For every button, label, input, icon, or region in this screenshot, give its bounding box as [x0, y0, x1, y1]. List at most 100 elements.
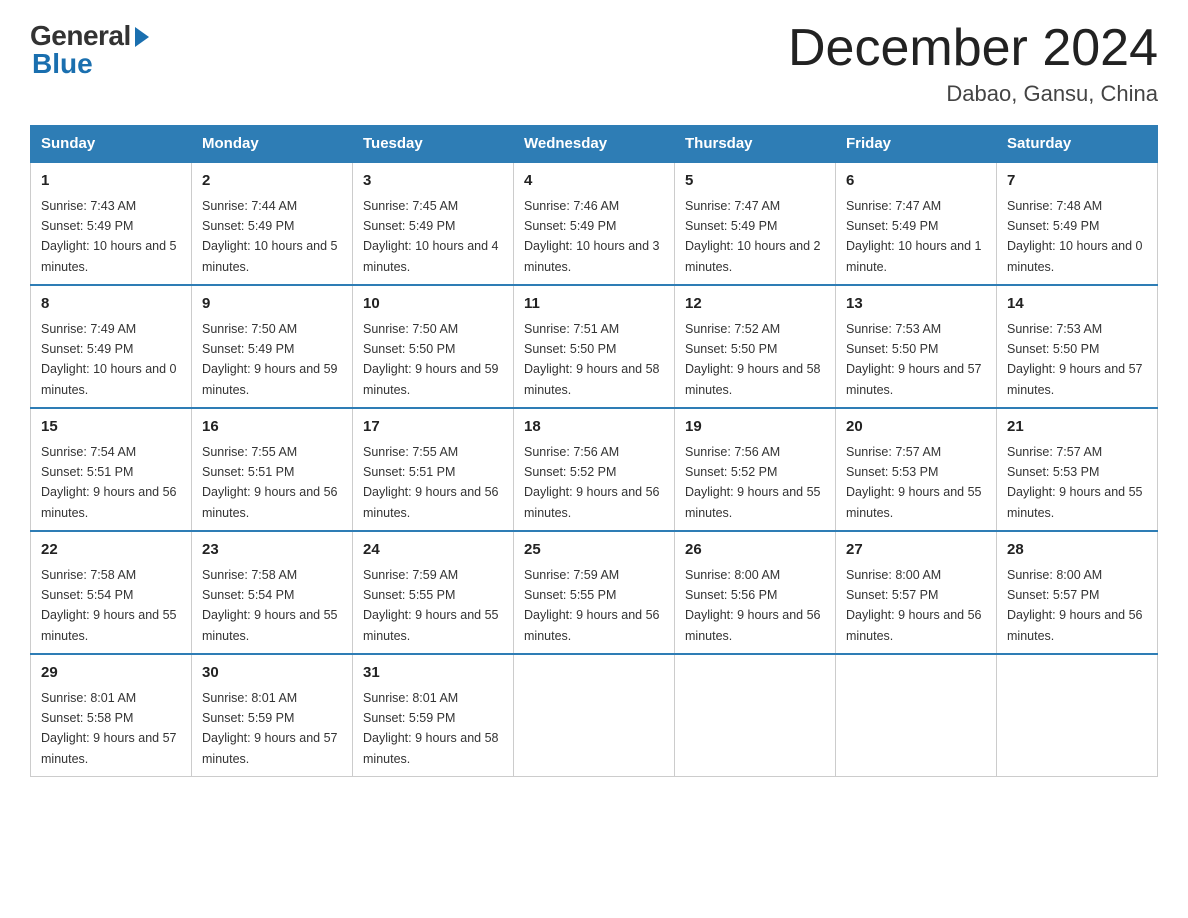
header-sunday: Sunday: [31, 126, 192, 163]
day-number: 24: [363, 539, 503, 562]
day-info: Sunrise: 7:55 AMSunset: 5:51 PMDaylight:…: [363, 445, 499, 520]
calendar-day-cell: 29Sunrise: 8:01 AMSunset: 5:58 PMDayligh…: [31, 654, 192, 777]
calendar-day-cell: [997, 654, 1158, 777]
page-header: General Blue December 2024 Dabao, Gansu,…: [30, 20, 1158, 107]
day-number: 27: [846, 539, 986, 562]
day-info: Sunrise: 7:59 AMSunset: 5:55 PMDaylight:…: [524, 568, 660, 643]
day-info: Sunrise: 7:56 AMSunset: 5:52 PMDaylight:…: [685, 445, 821, 520]
calendar-day-cell: 31 Sunrise: 8:01 AMSunset: 5:59 PMDayligh…: [353, 654, 514, 777]
day-info: Sunrise: 7:44 AMSunset: 5:49 PMDaylight:…: [202, 199, 338, 274]
day-number: 9: [202, 293, 342, 316]
day-number: 1: [41, 170, 181, 193]
day-number: 26: [685, 539, 825, 562]
day-number: 15: [41, 416, 181, 439]
day-number: 3: [363, 170, 503, 193]
calendar-day-cell: 9 Sunrise: 7:50 AMSunset: 5:49 PMDaylight…: [192, 285, 353, 408]
calendar-day-cell: 2 Sunrise: 7:44 AMSunset: 5:49 PMDaylight…: [192, 162, 353, 285]
day-number: 2: [202, 170, 342, 193]
day-info: Sunrise: 7:47 AMSunset: 5:49 PMDaylight:…: [846, 199, 982, 274]
day-info: Sunrise: 7:50 AMSunset: 5:49 PMDaylight:…: [202, 322, 338, 397]
day-number: 17: [363, 416, 503, 439]
calendar-day-cell: 28 Sunrise: 8:00 AMSunset: 5:57 PMDayligh…: [997, 531, 1158, 654]
day-info: Sunrise: 7:53 AMSunset: 5:50 PMDaylight:…: [1007, 322, 1143, 397]
day-info: Sunrise: 7:53 AMSunset: 5:50 PMDaylight:…: [846, 322, 982, 397]
calendar-week-row: 29Sunrise: 8:01 AMSunset: 5:58 PMDayligh…: [31, 654, 1158, 777]
day-info: Sunrise: 7:48 AMSunset: 5:49 PMDaylight:…: [1007, 199, 1143, 274]
day-number: 28: [1007, 539, 1147, 562]
location: Dabao, Gansu, China: [788, 81, 1158, 107]
calendar-day-cell: 30 Sunrise: 8:01 AMSunset: 5:59 PMDayligh…: [192, 654, 353, 777]
calendar-day-cell: 27 Sunrise: 8:00 AMSunset: 5:57 PMDayligh…: [836, 531, 997, 654]
day-info: Sunrise: 7:59 AMSunset: 5:55 PMDaylight:…: [363, 568, 499, 643]
header-monday: Monday: [192, 126, 353, 163]
day-number: 18: [524, 416, 664, 439]
calendar-day-cell: 19Sunrise: 7:56 AMSunset: 5:52 PMDayligh…: [675, 408, 836, 531]
day-info: Sunrise: 7:58 AMSunset: 5:54 PMDaylight:…: [41, 568, 177, 643]
calendar-day-cell: 21 Sunrise: 7:57 AMSunset: 5:53 PMDayligh…: [997, 408, 1158, 531]
calendar-day-cell: 22 Sunrise: 7:58 AMSunset: 5:54 PMDayligh…: [31, 531, 192, 654]
day-info: Sunrise: 7:47 AMSunset: 5:49 PMDaylight:…: [685, 199, 821, 274]
day-info: Sunrise: 8:01 AMSunset: 5:59 PMDaylight:…: [202, 691, 338, 766]
day-info: Sunrise: 7:52 AMSunset: 5:50 PMDaylight:…: [685, 322, 821, 397]
day-number: 20: [846, 416, 986, 439]
calendar-day-cell: 13 Sunrise: 7:53 AMSunset: 5:50 PMDayligh…: [836, 285, 997, 408]
day-number: 6: [846, 170, 986, 193]
day-info: Sunrise: 7:51 AMSunset: 5:50 PMDaylight:…: [524, 322, 660, 397]
calendar-day-cell: [836, 654, 997, 777]
calendar-day-cell: 1Sunrise: 7:43 AMSunset: 5:49 PMDaylight…: [31, 162, 192, 285]
calendar-day-cell: 5 Sunrise: 7:47 AMSunset: 5:49 PMDaylight…: [675, 162, 836, 285]
day-number: 13: [846, 293, 986, 316]
calendar-day-cell: 12 Sunrise: 7:52 AMSunset: 5:50 PMDayligh…: [675, 285, 836, 408]
day-info: Sunrise: 7:58 AMSunset: 5:54 PMDaylight:…: [202, 568, 338, 643]
day-info: Sunrise: 7:55 AMSunset: 5:51 PMDaylight:…: [202, 445, 338, 520]
header-thursday: Thursday: [675, 126, 836, 163]
day-info: Sunrise: 7:50 AMSunset: 5:50 PMDaylight:…: [363, 322, 499, 397]
header-saturday: Saturday: [997, 126, 1158, 163]
calendar-day-cell: 16 Sunrise: 7:55 AMSunset: 5:51 PMDayligh…: [192, 408, 353, 531]
calendar-week-row: 8Sunrise: 7:49 AMSunset: 5:49 PMDaylight…: [31, 285, 1158, 408]
day-number: 16: [202, 416, 342, 439]
day-info: Sunrise: 7:49 AMSunset: 5:49 PMDaylight:…: [41, 322, 177, 397]
calendar-day-cell: 15 Sunrise: 7:54 AMSunset: 5:51 PMDayligh…: [31, 408, 192, 531]
day-number: 31: [363, 662, 503, 685]
day-info: Sunrise: 8:01 AMSunset: 5:58 PMDaylight:…: [41, 691, 177, 766]
day-number: 4: [524, 170, 664, 193]
calendar-week-row: 22 Sunrise: 7:58 AMSunset: 5:54 PMDayligh…: [31, 531, 1158, 654]
title-block: December 2024 Dabao, Gansu, China: [788, 20, 1158, 107]
day-info: Sunrise: 7:57 AMSunset: 5:53 PMDaylight:…: [1007, 445, 1143, 520]
day-info: Sunrise: 8:00 AMSunset: 5:57 PMDaylight:…: [1007, 568, 1143, 643]
day-number: 21: [1007, 416, 1147, 439]
calendar-day-cell: 25Sunrise: 7:59 AMSunset: 5:55 PMDayligh…: [514, 531, 675, 654]
calendar-day-cell: 24 Sunrise: 7:59 AMSunset: 5:55 PMDayligh…: [353, 531, 514, 654]
calendar-week-row: 1Sunrise: 7:43 AMSunset: 5:49 PMDaylight…: [31, 162, 1158, 285]
logo-blue-text: Blue: [32, 48, 93, 80]
month-title: December 2024: [788, 20, 1158, 77]
day-number: 22: [41, 539, 181, 562]
calendar-day-cell: 14 Sunrise: 7:53 AMSunset: 5:50 PMDayligh…: [997, 285, 1158, 408]
day-number: 30: [202, 662, 342, 685]
calendar-day-cell: [675, 654, 836, 777]
calendar-week-row: 15 Sunrise: 7:54 AMSunset: 5:51 PMDayligh…: [31, 408, 1158, 531]
calendar-day-cell: 18Sunrise: 7:56 AMSunset: 5:52 PMDayligh…: [514, 408, 675, 531]
header-friday: Friday: [836, 126, 997, 163]
day-number: 12: [685, 293, 825, 316]
day-number: 7: [1007, 170, 1147, 193]
calendar-day-cell: 20 Sunrise: 7:57 AMSunset: 5:53 PMDayligh…: [836, 408, 997, 531]
calendar-day-cell: 3Sunrise: 7:45 AMSunset: 5:49 PMDaylight…: [353, 162, 514, 285]
day-number: 23: [202, 539, 342, 562]
day-info: Sunrise: 7:57 AMSunset: 5:53 PMDaylight:…: [846, 445, 982, 520]
calendar-header-row: SundayMondayTuesdayWednesdayThursdayFrid…: [31, 126, 1158, 163]
logo: General Blue: [30, 20, 149, 80]
calendar-day-cell: 23 Sunrise: 7:58 AMSunset: 5:54 PMDayligh…: [192, 531, 353, 654]
day-number: 5: [685, 170, 825, 193]
calendar-day-cell: 11 Sunrise: 7:51 AMSunset: 5:50 PMDayligh…: [514, 285, 675, 408]
header-tuesday: Tuesday: [353, 126, 514, 163]
day-number: 14: [1007, 293, 1147, 316]
day-info: Sunrise: 8:00 AMSunset: 5:57 PMDaylight:…: [846, 568, 982, 643]
day-info: Sunrise: 7:46 AMSunset: 5:49 PMDaylight:…: [524, 199, 660, 274]
day-number: 11: [524, 293, 664, 316]
calendar-day-cell: 17 Sunrise: 7:55 AMSunset: 5:51 PMDayligh…: [353, 408, 514, 531]
day-info: Sunrise: 7:54 AMSunset: 5:51 PMDaylight:…: [41, 445, 177, 520]
day-info: Sunrise: 8:00 AMSunset: 5:56 PMDaylight:…: [685, 568, 821, 643]
day-info: Sunrise: 8:01 AMSunset: 5:59 PMDaylight:…: [363, 691, 499, 766]
